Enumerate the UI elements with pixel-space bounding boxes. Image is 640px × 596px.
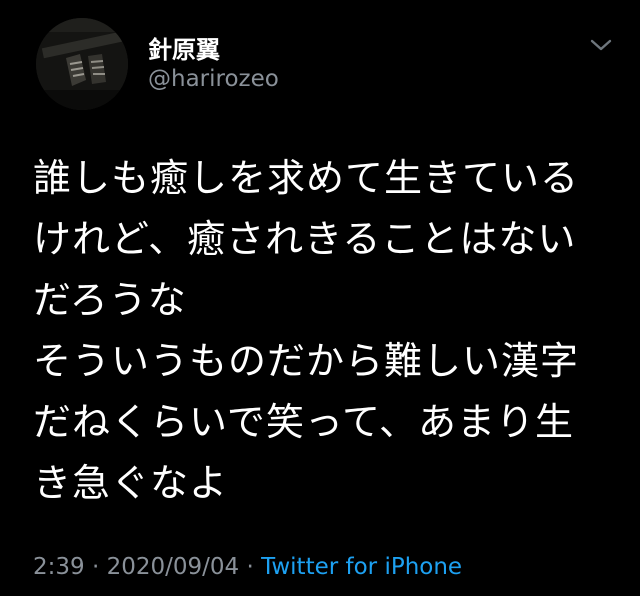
tweet-card: 針原翼 @harirozeo 誰しも癒しを求めて生きている けれど、癒されきるこ…	[0, 0, 640, 596]
tweet-line: だねくらいで笑って、あまり生	[33, 400, 575, 444]
tweet-line: 誰しも癒しを求めて生きている	[33, 156, 580, 200]
meta-separator: ·	[91, 554, 100, 580]
tweet-date[interactable]: 2020/09/04	[107, 554, 240, 580]
tweet-line: けれど、癒されきることはない	[33, 217, 577, 261]
avatar[interactable]	[36, 18, 128, 110]
tweet-source-link[interactable]: Twitter for iPhone	[261, 554, 462, 580]
tweet-meta: 2:39 · 2020/09/04 · Twitter for iPhone	[33, 554, 462, 580]
chevron-down-icon[interactable]	[588, 36, 614, 54]
user-handle[interactable]: @harirozeo	[148, 66, 279, 92]
display-name[interactable]: 針原翼	[148, 30, 220, 65]
tweet-line: だろうな	[33, 278, 187, 322]
tweet-line: そういうものだから難しい漢字	[33, 339, 580, 383]
tweet-time[interactable]: 2:39	[33, 554, 85, 580]
tweet-text: 誰しも癒しを求めて生きている けれど、癒されきることはない だろうな そういうも…	[33, 148, 623, 514]
meta-separator: ·	[246, 554, 254, 580]
tweet-line: き急ぐなよ	[33, 461, 229, 505]
avatar-image-icon	[36, 18, 128, 110]
